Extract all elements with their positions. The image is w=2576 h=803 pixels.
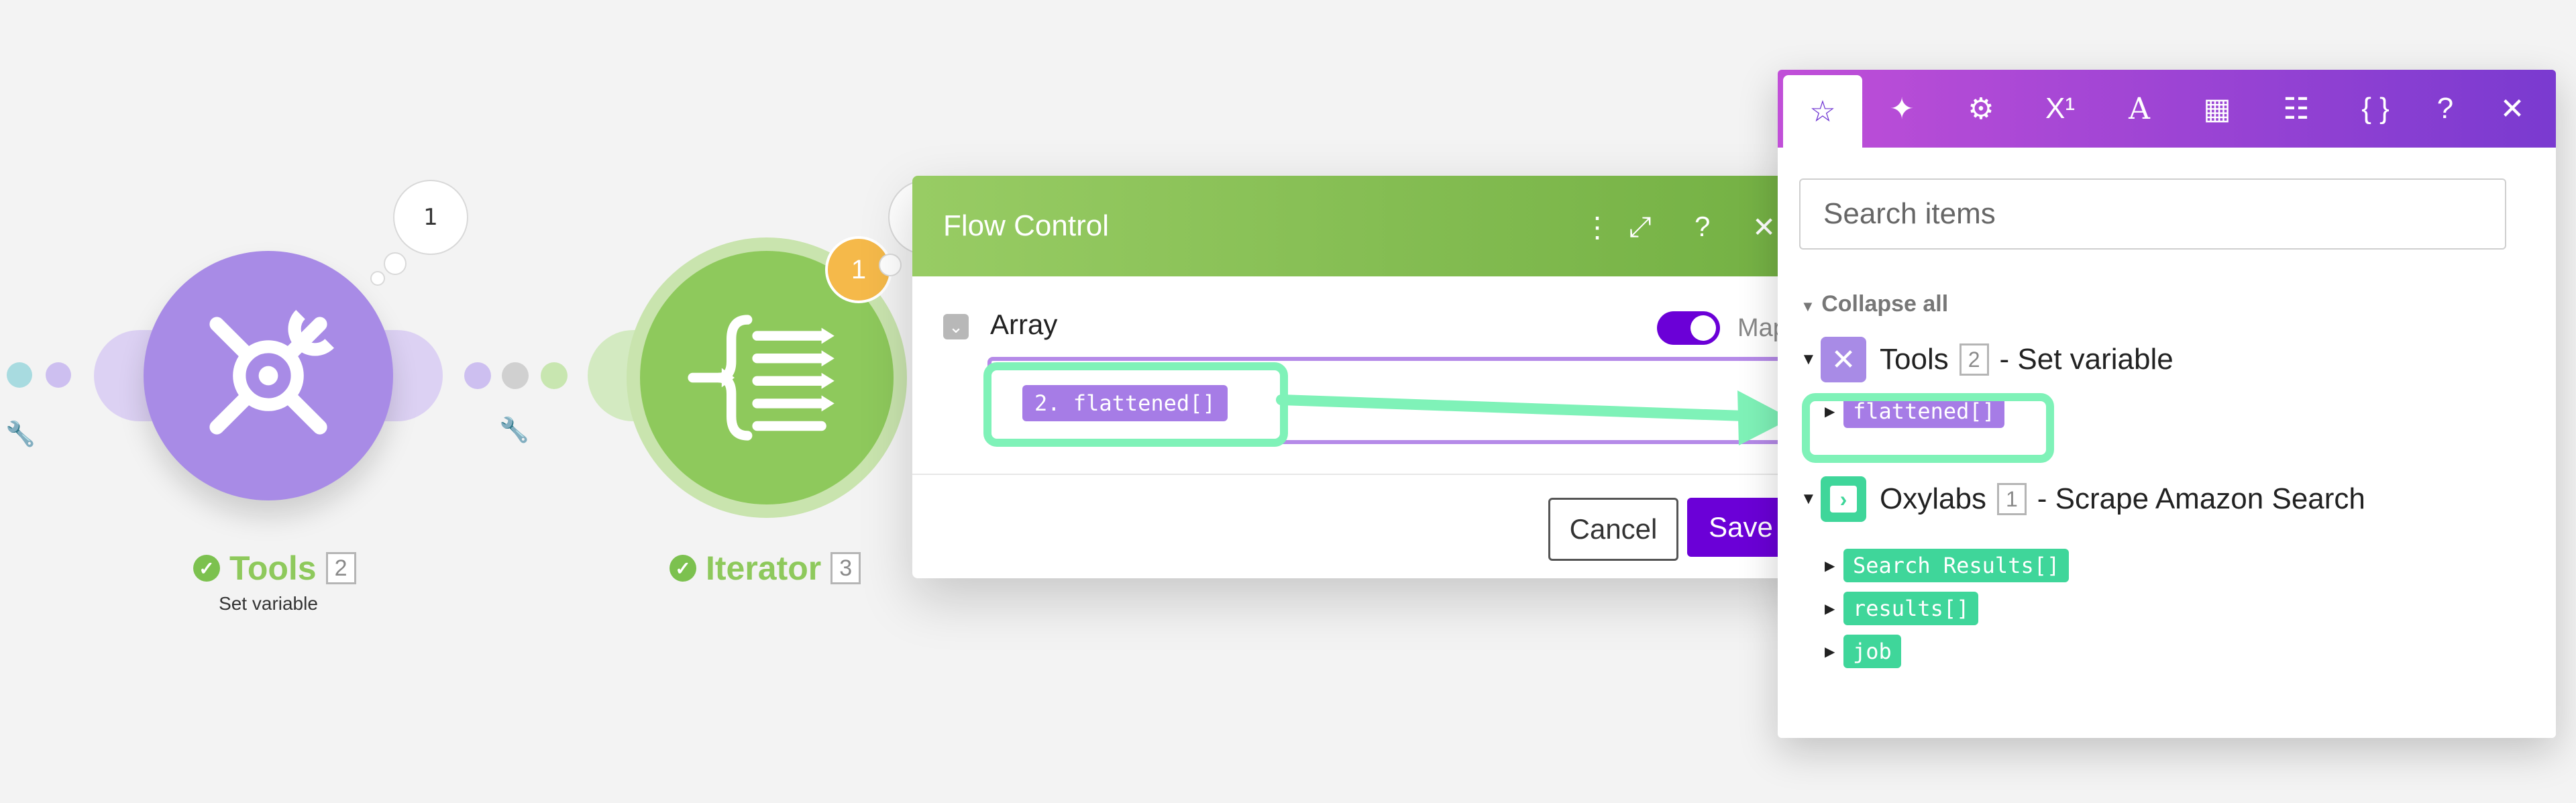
- bubble-tail: [370, 271, 385, 286]
- close-icon[interactable]: ✕: [1752, 211, 1776, 244]
- item-pill[interactable]: Search Results[]: [1843, 549, 2070, 582]
- tree-item[interactable]: ▶ job: [1825, 635, 1901, 668]
- module-name: Tools: [229, 549, 317, 587]
- panel-item-highlight: [1802, 393, 2054, 463]
- tools-module[interactable]: [144, 251, 393, 500]
- bubble-tail: [384, 252, 407, 275]
- tab-help[interactable]: ?: [2415, 70, 2475, 148]
- expand-icon[interactable]: ⤢: [1629, 211, 1652, 244]
- caret-right-icon: ▶: [1825, 644, 1835, 659]
- tab-close[interactable]: ✕: [2482, 70, 2542, 148]
- mapping-arrow: [1276, 390, 1791, 445]
- star-icon: ☆: [1809, 95, 1836, 128]
- connector-dot: [464, 362, 491, 389]
- close-icon: ✕: [2500, 92, 2525, 125]
- oxylabs-app-icon: ›: [1821, 476, 1866, 522]
- tab-ai[interactable]: ✦: [1862, 70, 1941, 148]
- group-id: 2: [1959, 343, 1989, 376]
- item-pill[interactable]: results[]: [1843, 592, 1979, 625]
- caret-right-icon: ▶: [1825, 558, 1835, 574]
- caret-down-icon: ▼: [1801, 350, 1817, 368]
- caret-right-icon: ▶: [1825, 601, 1835, 617]
- gear-icon: ⚙: [1968, 92, 1994, 125]
- caret-down-icon: ▼: [1801, 298, 1815, 315]
- calendar-icon: ▦: [2203, 92, 2231, 125]
- module-subtitle: Set variable: [219, 593, 318, 614]
- tab-array[interactable]: ☷: [2257, 70, 2336, 148]
- caret-down-icon: ▼: [1801, 490, 1817, 508]
- cancel-button[interactable]: Cancel: [1548, 498, 1678, 561]
- table-icon: ☷: [2283, 92, 2310, 125]
- group-app-name: Oxylabs: [1880, 482, 1986, 515]
- braces-icon: { }: [2361, 92, 2390, 125]
- check-icon: ✓: [193, 555, 220, 582]
- array-field-label: Array: [990, 309, 1058, 340]
- module-name: Iterator: [706, 549, 822, 587]
- connector-dot: [502, 362, 529, 389]
- collapse-all-link[interactable]: ▼ Collapse all: [1801, 291, 1948, 317]
- sparkle-icon: ✦: [1889, 92, 1915, 125]
- collapse-field-toggle[interactable]: ⌄: [943, 314, 969, 339]
- group-id: 1: [1996, 483, 2027, 515]
- tab-math[interactable]: X¹: [2021, 70, 2100, 148]
- help-icon[interactable]: ?: [1695, 211, 1710, 243]
- help-icon: ?: [2436, 92, 2454, 125]
- collapse-all-label: Collapse all: [1821, 291, 1949, 317]
- more-options-icon[interactable]: ⋮: [1583, 211, 1611, 244]
- group-desc: - Scrape Amazon Search: [2037, 482, 2365, 515]
- operations-bubble: 1: [393, 180, 468, 255]
- module-id: 2: [325, 552, 356, 584]
- item-pill[interactable]: job: [1843, 635, 1901, 668]
- wrench-icon[interactable]: 🔧: [499, 416, 529, 444]
- connector-dot: [46, 362, 71, 388]
- tab-favorites[interactable]: ☆: [1783, 75, 1862, 148]
- wrench-icon[interactable]: 🔧: [5, 420, 36, 448]
- connector-dot: [541, 362, 568, 389]
- group-app-name: Tools: [1880, 343, 1949, 376]
- tree-item[interactable]: ▶ Search Results[]: [1825, 549, 2070, 582]
- tab-text[interactable]: A: [2100, 70, 2179, 148]
- tree-group-oxylabs[interactable]: ▼ › Oxylabs 1 - Scrape Amazon Search: [1801, 476, 2365, 522]
- tab-general[interactable]: ⚙: [1941, 70, 2021, 148]
- module-id: 3: [830, 552, 861, 584]
- toggle-knob: [1690, 315, 1716, 341]
- operations-count: 1: [423, 204, 438, 231]
- tab-date[interactable]: ▦: [2178, 70, 2257, 148]
- dialog-separator: [912, 474, 1811, 475]
- tab-json[interactable]: { }: [2336, 70, 2415, 148]
- tools-icon: [209, 310, 334, 435]
- search-input[interactable]: Search items: [1799, 178, 2506, 250]
- text-icon: A: [2129, 91, 2150, 126]
- badge-count: 1: [851, 254, 867, 284]
- iterator-icon: [688, 315, 835, 441]
- group-desc: - Set variable: [1999, 343, 2174, 376]
- tree-item[interactable]: ▶ results[]: [1825, 592, 1979, 625]
- dialog-title: Flow Control: [943, 209, 1109, 242]
- check-icon: ✓: [669, 555, 696, 582]
- dialog-header: Flow Control ⋮ ⤢ ? ✕: [912, 176, 1811, 276]
- tools-app-icon: ✕: [1821, 337, 1866, 382]
- tree-group-tools[interactable]: ▼ ✕ Tools 2 - Set variable: [1801, 337, 2174, 382]
- superscript-icon: X¹: [2045, 92, 2075, 125]
- tools-module-label: ✓ Tools 2: [193, 549, 356, 588]
- iterator-module-label: ✓ Iterator 3: [669, 549, 861, 588]
- bubble-tail: [879, 254, 902, 276]
- panel-tabbar: ☆ ✦ ⚙ X¹ A ▦ ☷ { } ? ✕: [1778, 70, 2556, 148]
- connector-dot: [7, 362, 32, 388]
- mapped-value-highlight: [983, 362, 1288, 447]
- map-toggle[interactable]: [1657, 311, 1720, 345]
